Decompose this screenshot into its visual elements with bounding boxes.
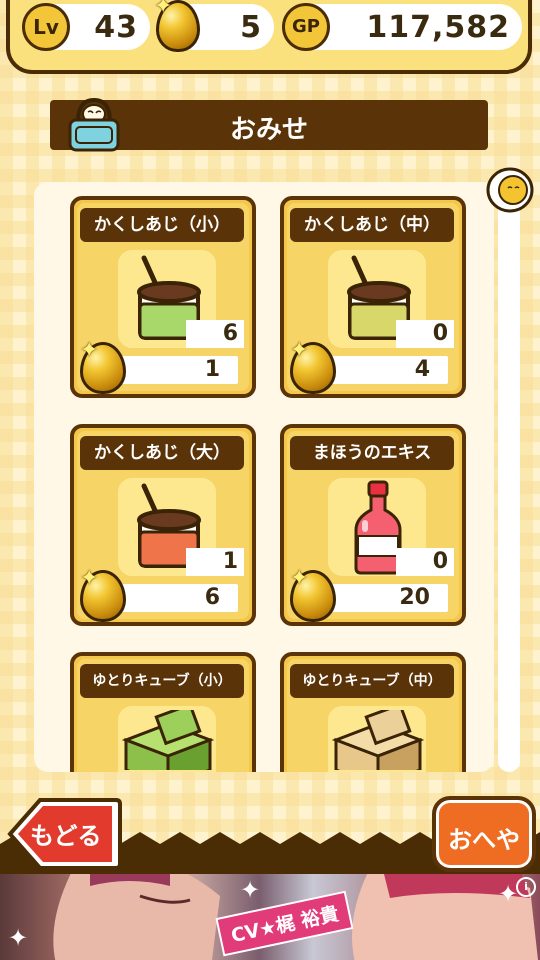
egg-display: ✦ 5	[154, 0, 274, 52]
item-price: 1	[118, 356, 238, 384]
level-badge: Lv	[22, 3, 70, 51]
item-name: かくしあじ（小）	[80, 208, 244, 242]
item-name: ゆとりキューブ（小）	[80, 664, 244, 698]
item-price: 4	[328, 356, 448, 384]
scrollbar-track[interactable]	[498, 196, 520, 772]
cube-green-icon	[121, 710, 215, 770]
item-name: ゆとりキューブ（中）	[290, 664, 454, 698]
room-button[interactable]: おへや	[432, 796, 536, 872]
cube-tan-icon	[331, 710, 425, 770]
sparkle-icon: ✦	[8, 924, 29, 952]
shop-item-card[interactable]: かくしあじ（小） 6 1 ✦	[70, 196, 256, 398]
egg-count: 5	[240, 10, 262, 45]
item-stock: 0	[396, 548, 454, 576]
item-stock: 0	[396, 320, 454, 348]
ad-banner[interactable]: ✦ ✦ ✦ CV★梶 裕貴 i	[0, 874, 540, 960]
back-button-label[interactable]: もどる	[30, 816, 102, 851]
info-icon[interactable]: i	[516, 877, 536, 897]
item-name: まほうのエキス	[290, 436, 454, 470]
sparkle-icon: ✦	[498, 880, 519, 908]
shop-item-card[interactable]: かくしあじ（中） 0 4 ✦	[280, 196, 466, 398]
shop-basket-icon	[68, 97, 120, 152]
sparkle-icon: ✦	[290, 566, 309, 591]
gp-value: 117,582	[366, 10, 510, 45]
item-stock: 6	[186, 320, 244, 348]
item-price: 20	[328, 584, 448, 612]
sparkle-icon: ✦	[240, 876, 261, 904]
item-stock: 1	[186, 548, 244, 576]
shop-item-card[interactable]: かくしあじ（大） 1 6 ✦	[70, 424, 256, 626]
scroll-handle-egg-icon[interactable]	[486, 166, 534, 214]
sparkle-icon: ✦	[80, 566, 99, 591]
shop-item-card[interactable]: ゆとりキューブ（中）	[280, 652, 466, 772]
status-bar: Lv 43 ✦ 5 GP 117,582	[6, 0, 532, 74]
shop-panel[interactable]: かくしあじ（小） 6 1 ✦ かくしあじ（中） 0 4 ✦ かくしあじ（大） 1…	[34, 182, 494, 772]
shop-item-card[interactable]: まほうのエキス 0 20 ✦	[280, 424, 466, 626]
item-price: 6	[118, 584, 238, 612]
gp-display: GP 117,582	[282, 3, 522, 51]
item-name: かくしあじ（大）	[80, 436, 244, 470]
sparkle-icon: ✦	[290, 338, 309, 363]
gp-badge: GP	[282, 3, 330, 51]
room-button-label[interactable]: おへや	[436, 820, 532, 855]
level-display: Lv 43	[22, 3, 150, 51]
sparkle-icon: ✦	[154, 0, 173, 19]
shop-item-card[interactable]: ゆとりキューブ（小）	[70, 652, 256, 772]
item-name: かくしあじ（中）	[290, 208, 454, 242]
sparkle-icon: ✦	[80, 338, 99, 363]
level-value: 43	[94, 10, 138, 45]
